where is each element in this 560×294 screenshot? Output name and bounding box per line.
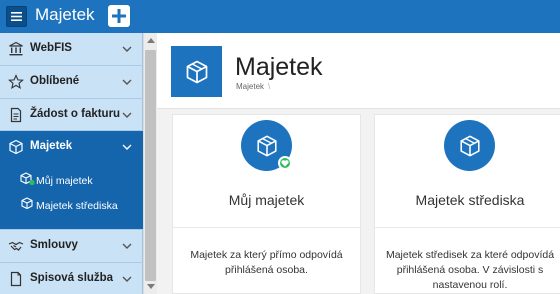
card-link-majetek-strediska[interactable]: Majetek střediska (375, 115, 560, 228)
sidebar-item-label: Spisová služba (30, 272, 114, 284)
bank-icon (9, 41, 23, 56)
sidebar-item-label: Majetek (30, 140, 73, 152)
box-icon (256, 135, 277, 156)
card-description: Majetek za který přímo odpovídá přihláše… (190, 249, 343, 276)
sidebar-subitem-majetek-strediska[interactable]: Majetek střediska (0, 193, 143, 217)
favorite-badge (278, 156, 292, 170)
sidebar-item-zadost-o-fakturu[interactable]: Žádost o fakturu (0, 99, 143, 131)
card-majetek-strediska: Majetek střediska Majetek středisek za k… (374, 114, 560, 294)
card-link-muj-majetek[interactable]: Můj majetek (173, 115, 360, 228)
chevron-down-icon (122, 79, 132, 85)
breadcrumb-separator: \ (268, 82, 271, 91)
card-muj-majetek: Můj majetek Majetek za který přímo odpov… (172, 114, 361, 294)
chevron-down-icon (122, 243, 132, 249)
card-description: Majetek středisek za které odpovídá přih… (385, 249, 555, 291)
chevron-down-icon (122, 276, 132, 282)
boxes-icon (21, 197, 33, 210)
sidebar-item-smlouvy[interactable]: Smlouvy (0, 230, 143, 262)
main-content: Majetek Majetek \ Můj majetek Majetek za … (157, 33, 560, 294)
sidebar-subitem-label: Majetek střediska (36, 200, 118, 212)
menu-button[interactable] (6, 6, 27, 27)
file-icon (10, 271, 22, 287)
heart-icon (281, 159, 289, 166)
top-bar: Majetek (0, 0, 560, 33)
sidebar-item-oblibene[interactable]: Oblíbené (0, 66, 143, 98)
box-icon (9, 139, 23, 155)
sidebar-item-majetek[interactable]: Majetek (0, 131, 143, 163)
star-icon (8, 74, 24, 90)
sidebar-item-label: WebFIS (30, 42, 72, 54)
card-icon-circle (444, 120, 495, 171)
sidebar-item-spisova-sluzba[interactable]: Spisová služba (0, 263, 143, 294)
sidebar-subitem-muj-majetek[interactable]: Můj majetek (0, 168, 143, 192)
sidebar-item-webfis[interactable]: WebFIS (0, 33, 143, 65)
chevron-down-icon (122, 46, 132, 52)
majetek-submenu: Můj majetek Majetek střediska (0, 163, 143, 229)
breadcrumb-item[interactable]: Majetek (236, 82, 264, 91)
handshake-icon (8, 241, 24, 251)
scroll-down-arrow-icon[interactable] (147, 284, 155, 289)
chevron-down-icon (122, 144, 132, 150)
card-title: Můj majetek (228, 192, 305, 208)
page-title: Majetek (235, 53, 323, 81)
hamburger-icon (11, 12, 22, 21)
add-button[interactable] (108, 5, 130, 27)
sidebar-subitem-label: Můj majetek (36, 175, 93, 187)
scroll-up-arrow-icon[interactable] (147, 38, 155, 43)
chevron-down-icon (122, 112, 132, 118)
card-title: Majetek střediska (415, 192, 525, 208)
breadcrumb: Majetek \ (236, 82, 270, 91)
box-icon (459, 135, 480, 156)
page-header: Majetek Majetek \ (157, 33, 560, 109)
sidebar-scrollbar[interactable] (143, 33, 157, 294)
sidebar-item-label: Oblíbené (30, 75, 80, 87)
box-user-icon (20, 172, 35, 186)
sidebar: WebFIS Oblíbené Žádost o fakturu Majetek (0, 33, 143, 294)
sidebar-item-label: Žádost o fakturu (30, 108, 121, 120)
app-title: Majetek (35, 5, 95, 24)
box-icon (186, 60, 207, 83)
sidebar-item-label: Smlouvy (30, 239, 78, 251)
plus-icon (112, 9, 126, 23)
document-icon (10, 107, 22, 123)
header-icon-box (171, 46, 222, 97)
scroll-thumb[interactable] (145, 50, 156, 281)
